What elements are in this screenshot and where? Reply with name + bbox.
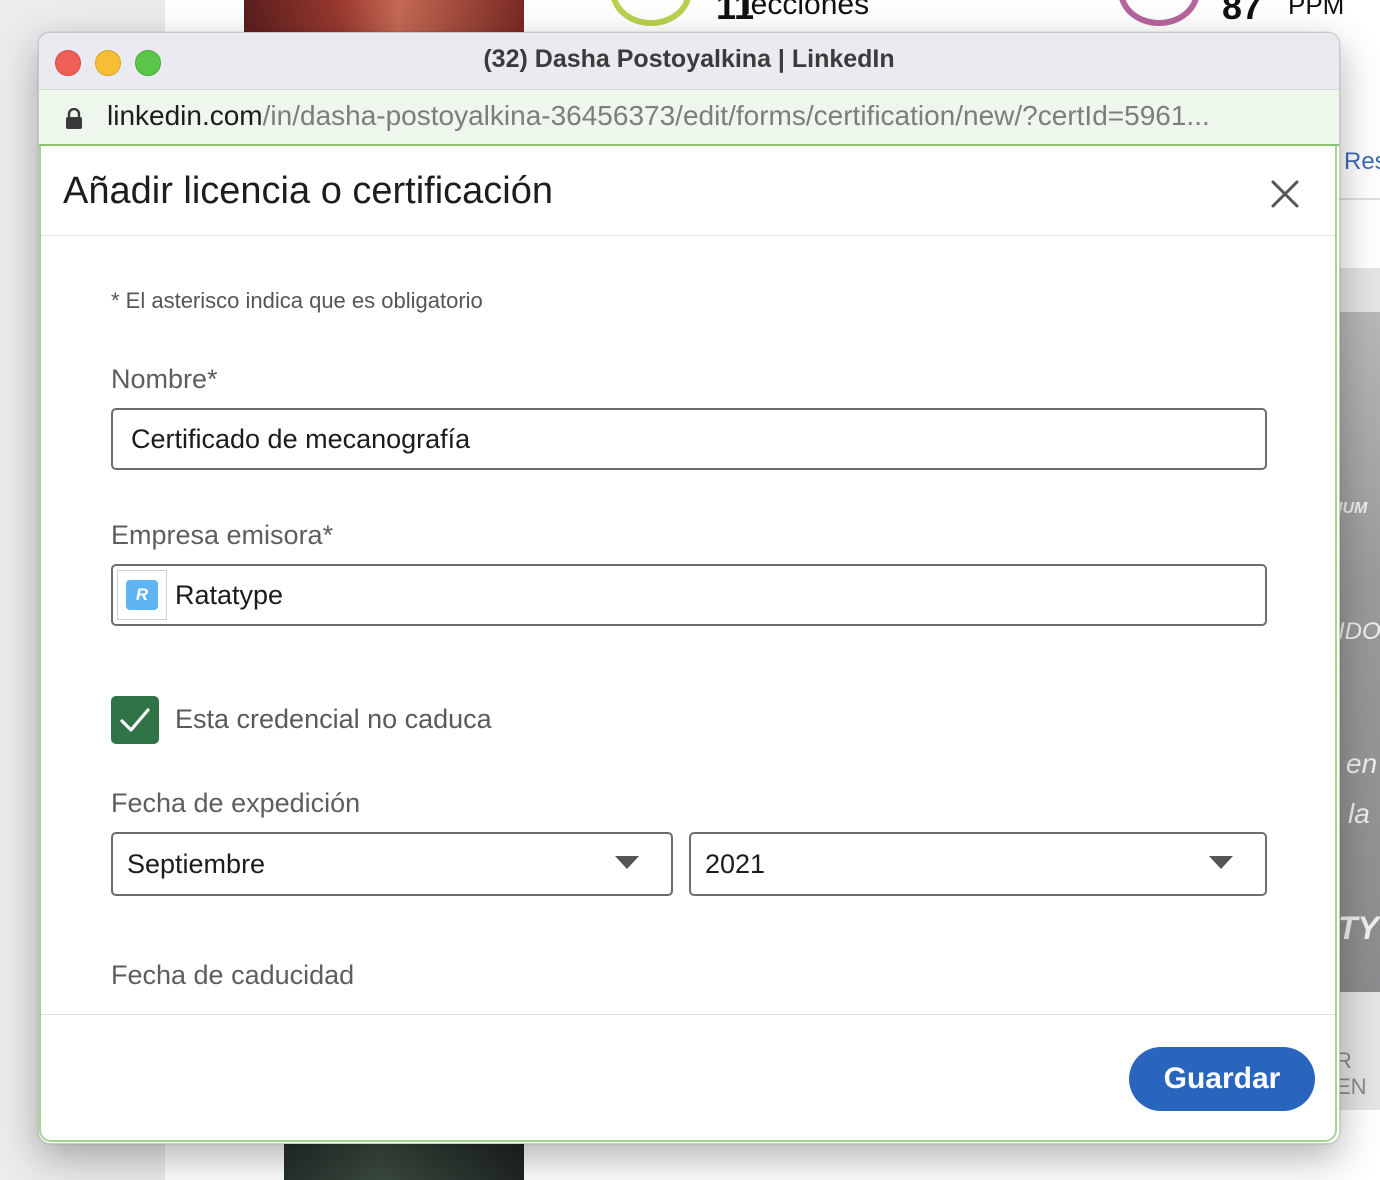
certificate-text: la xyxy=(1348,798,1370,829)
window-title: (32) Dasha Postoyalkina | LinkedIn xyxy=(483,45,895,73)
url-path: /in/dasha-postoyalkina-36456373/edit/for… xyxy=(262,100,1210,131)
background-text: R EN xyxy=(1336,1048,1367,1099)
modal-header: Añadir licencia o certificación xyxy=(41,146,1335,236)
org-logo: R xyxy=(117,570,167,620)
certificate-text: IDO xyxy=(1338,618,1380,645)
modal-title: Añadir licencia o certificación xyxy=(63,170,554,212)
chevron-down-icon xyxy=(1209,856,1233,869)
name-label: Nombre* xyxy=(111,364,218,394)
checkmark-icon xyxy=(120,708,150,732)
popup-window: (32) Dasha Postoyalkina | LinkedIn linke… xyxy=(38,32,1340,1144)
speed-value: 87 xyxy=(1222,0,1263,27)
window-titlebar[interactable]: (32) Dasha Postoyalkina | LinkedIn xyxy=(39,33,1339,90)
issue-date-label: Fecha de expedición xyxy=(111,788,361,818)
issue-month-select[interactable]: Septiembre xyxy=(111,832,673,896)
certificate-preview: IUM IDO en la TY xyxy=(1338,312,1380,992)
expiry-date-label: Fecha de caducidad xyxy=(111,960,355,990)
url-domain: linkedin.com xyxy=(107,100,263,131)
modal-footer: Guardar xyxy=(41,1014,1335,1140)
required-hint: * El asterisco indica que es obligatorio xyxy=(111,288,483,313)
background-photo xyxy=(244,0,524,32)
url-bar[interactable]: linkedin.com/in/dasha-postoyalkina-36456… xyxy=(39,90,1339,146)
org-label: Empresa emisora* xyxy=(111,520,334,550)
issue-year-value: 2021 xyxy=(705,849,766,879)
modal-body[interactable]: * El asterisco indica que es obligatorio… xyxy=(41,236,1335,1016)
background-divider xyxy=(1338,198,1380,200)
ratatype-logo-icon: R xyxy=(126,580,158,610)
name-input[interactable] xyxy=(111,408,1267,470)
save-button[interactable]: Guardar xyxy=(1129,1047,1315,1111)
certificate-text: en xyxy=(1346,748,1378,779)
certification-modal: Añadir licencia o certificación * El ast… xyxy=(39,146,1337,1142)
lessons-label: lecciones xyxy=(744,0,870,21)
no-expiry-checkbox[interactable] xyxy=(111,696,159,744)
lock-icon xyxy=(66,108,82,129)
chevron-down-icon xyxy=(615,856,639,869)
close-icon[interactable] xyxy=(1265,174,1305,214)
certificate-text: IUM xyxy=(1338,500,1368,517)
issue-month-value: Septiembre xyxy=(127,849,266,879)
background-link[interactable]: Res xyxy=(1344,148,1380,176)
url-text[interactable]: linkedin.com/in/dasha-postoyalkina-36456… xyxy=(107,100,1210,132)
org-input[interactable] xyxy=(111,564,1267,626)
speed-unit: PPM xyxy=(1288,0,1345,20)
background-photo xyxy=(284,1142,524,1180)
no-expiry-label[interactable]: Esta credencial no caduca xyxy=(175,704,492,735)
issue-year-select[interactable]: 2021 xyxy=(689,832,1267,896)
certificate-text: TY xyxy=(1338,910,1379,946)
